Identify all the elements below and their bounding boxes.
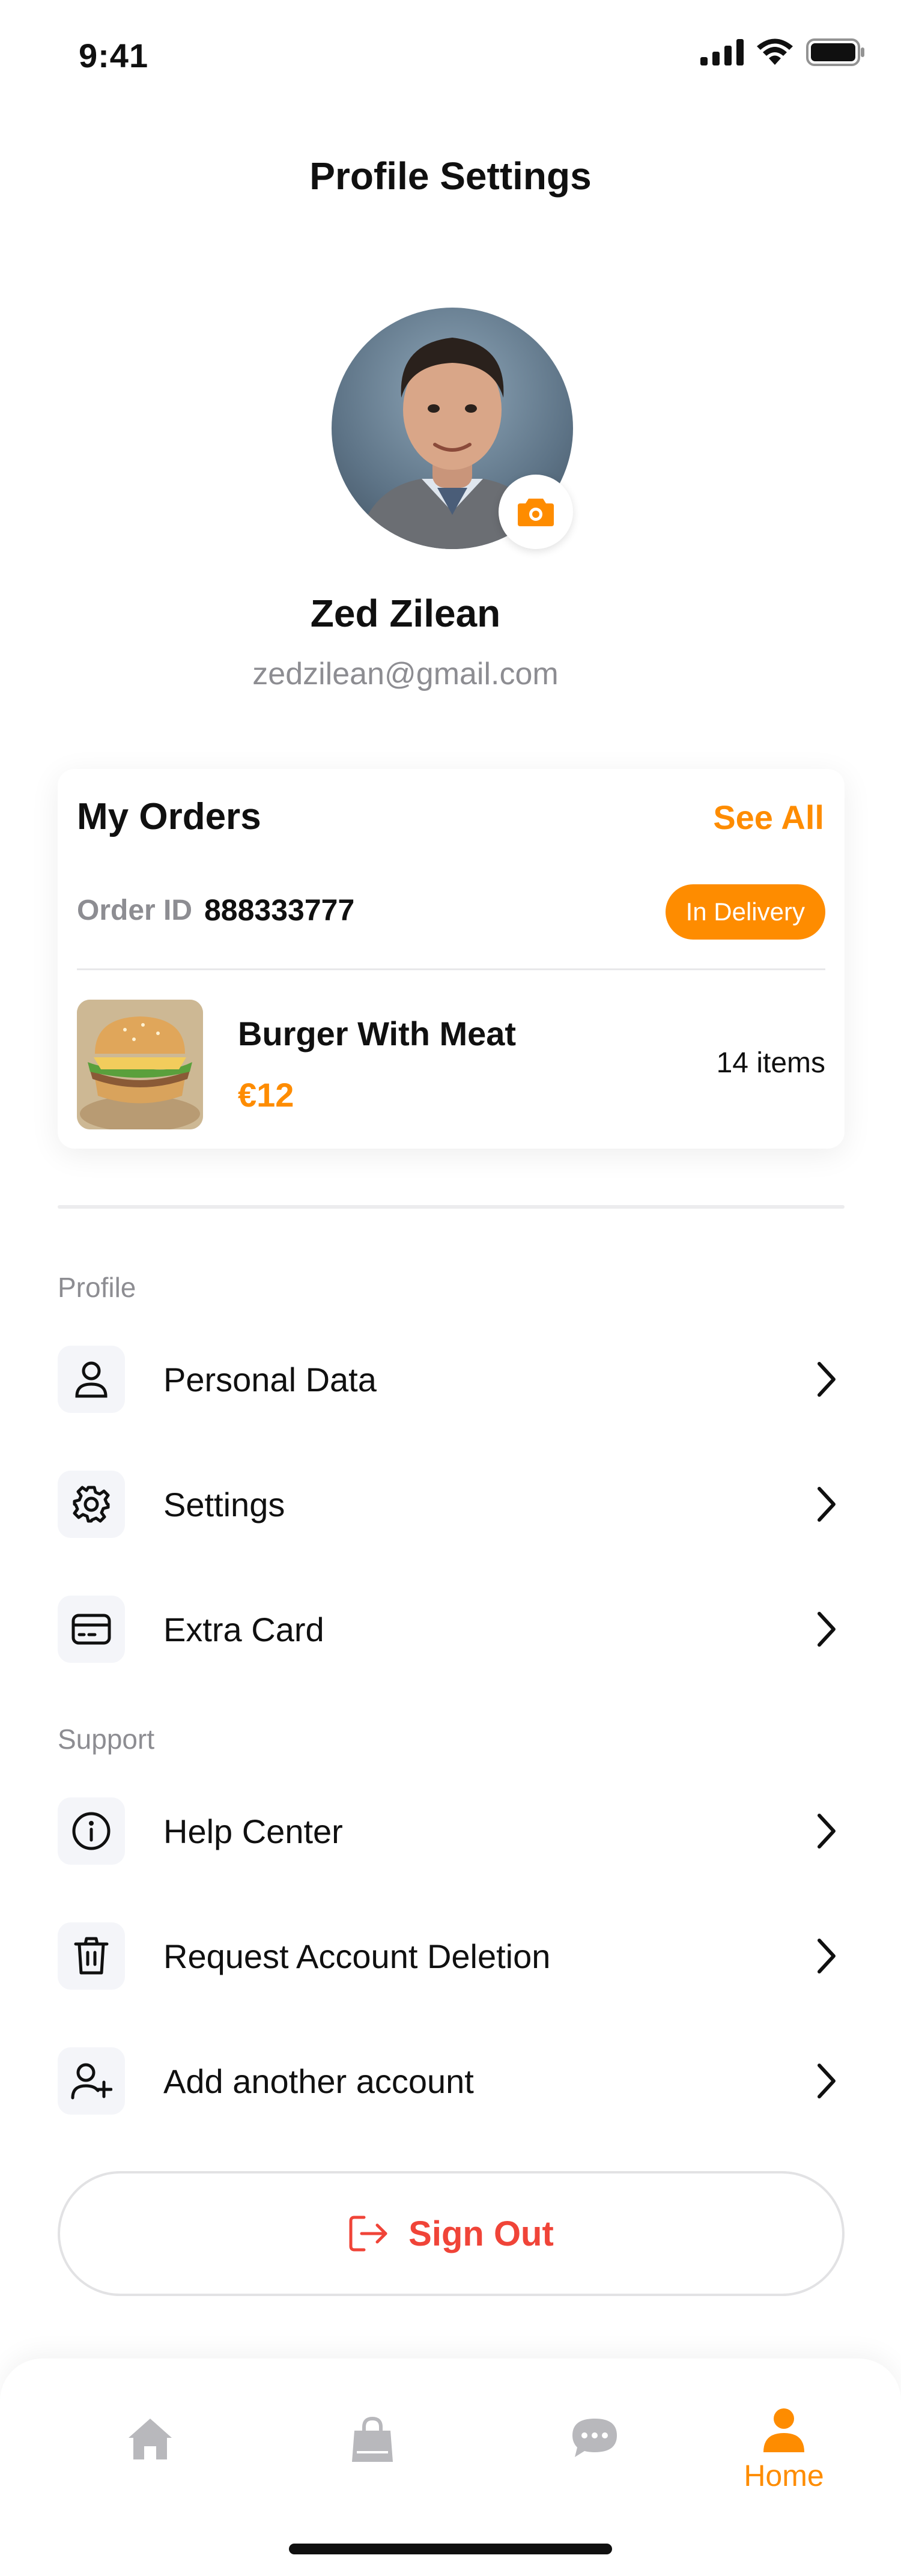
card-divider [77,968,825,970]
nav-cart-tab[interactable] [306,2416,438,2530]
food-image [77,1000,203,1129]
card-icon [71,1614,111,1645]
gear-icon [73,1486,110,1523]
menu-label: Add another account [163,2062,474,2100]
menu-item-personal-data[interactable]: Personal Data [58,1346,845,1413]
section-divider [58,1205,845,1209]
chevron-right-icon [818,1487,836,1522]
menu-item-request-account-deletion[interactable]: Request Account Deletion [58,1922,845,1990]
order-item-price: €12 [238,1076,294,1114]
nav-home-tab[interactable] [84,2416,216,2530]
status-time: 9:41 [79,37,149,74]
home-indicator [289,2544,612,2554]
change-photo-button[interactable] [499,475,573,549]
status-icons [700,38,865,66]
page-title: Profile Settings [309,154,592,198]
chevron-right-icon [818,1814,836,1848]
status-badge: In Delivery [665,884,825,940]
menu-item-settings[interactable]: Settings [58,1471,845,1538]
user-plus-icon [71,2063,112,2100]
menu-item-extra-card[interactable]: Extra Card [58,1596,845,1663]
chevron-right-icon [818,1612,836,1647]
info-icon [72,1812,111,1850]
sign-out-button[interactable]: Sign Out [58,2171,845,2296]
my-orders-card: My Orders See All Order ID 888333777 In … [58,769,845,1149]
menu-label: Personal Data [163,1360,377,1399]
battery-icon [806,38,864,66]
chevron-right-icon [818,2064,836,2098]
wifi-icon [757,38,793,65]
person-icon [763,2408,804,2452]
see-all-link[interactable]: See All [713,798,824,837]
section-label-support: Support [58,1724,155,1755]
menu-label: Settings [163,1485,285,1523]
nav-chat-tab[interactable] [529,2416,661,2530]
user-email: zedzilean@gmail.com [252,657,559,691]
menu-label: Help Center [163,1812,343,1850]
logout-icon [349,2216,387,2252]
order-id-value: 888333777 [204,893,355,927]
user-name: Zed Zilean [310,592,501,635]
burger-image [77,1000,203,1129]
signal-icon [700,39,744,65]
order-item-count: 14 items [716,1047,825,1079]
shopping-bag-icon [352,2416,393,2462]
section-label-profile: Profile [58,1272,136,1303]
orders-title: My Orders [77,796,261,837]
nav-profile-tab[interactable]: Home [718,2407,850,2521]
trash-icon [74,1937,109,1975]
chat-bubble-icon [572,2419,617,2457]
menu-item-help-center[interactable]: Help Center [58,1797,845,1865]
menu-item-add-another-account[interactable]: Add another account [58,2047,845,2115]
order-id-label: Order ID [77,895,193,926]
camera-icon [518,499,554,526]
house-icon [129,2419,172,2459]
nav-active-label: Home [744,2459,824,2492]
avatar-container [332,308,573,549]
sign-out-label: Sign Out [408,2214,554,2253]
order-item-name: Burger With Meat [238,1015,517,1053]
chevron-right-icon [818,1939,836,1973]
chevron-right-icon [818,1362,836,1397]
menu-label: Extra Card [163,1610,324,1648]
user-icon [75,1361,108,1398]
menu-label: Request Account Deletion [163,1937,551,1975]
